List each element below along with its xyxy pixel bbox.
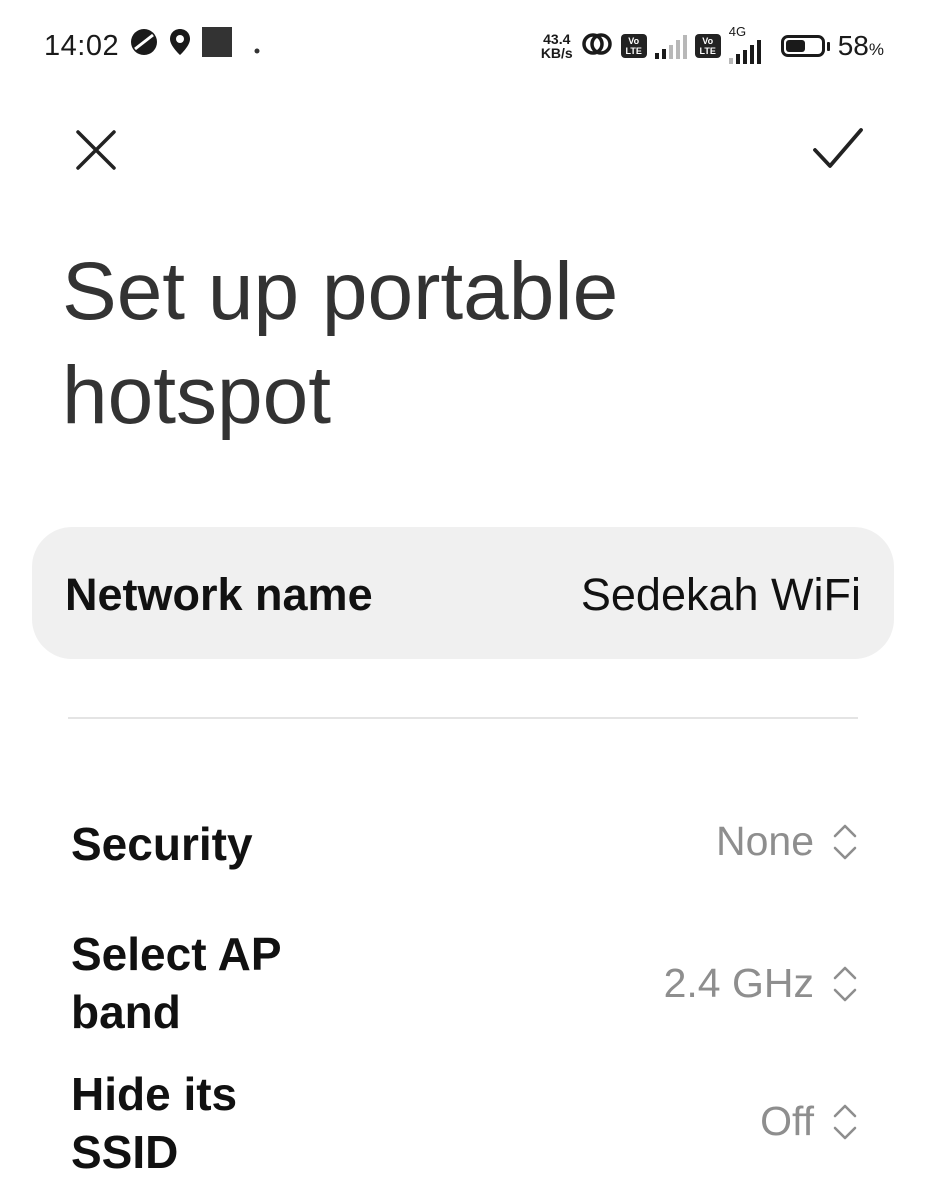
network-name-value: Sedekah WiFi	[580, 569, 861, 620]
checkmark-icon	[813, 128, 863, 168]
volte-bottom-text-2: LTE	[699, 46, 716, 56]
confirm-button[interactable]	[810, 124, 866, 176]
signal-icon-sim1	[654, 33, 687, 59]
network-name-label: Network name	[65, 569, 373, 620]
ap-band-value: 2.4 GHz	[663, 960, 814, 1006]
volte-top-text-2: Vo	[702, 36, 714, 46]
security-value: None	[715, 818, 814, 864]
volte-icon-sim2: Vo LTE	[694, 34, 721, 58]
hide-ssid-row[interactable]: Hide its SSID Off	[0, 1065, 926, 1181]
network-speed-value: 43.4	[543, 31, 571, 47]
battery-icon	[780, 35, 830, 57]
data-saver-icon	[129, 27, 159, 65]
page-title: Set up portable hotspot	[62, 246, 619, 441]
security-row[interactable]: Security None	[0, 812, 926, 876]
battery-percent: 58%	[838, 30, 884, 62]
status-right: 43.4 KB/s Vo LTE Vo LTE 4G 58%	[541, 24, 884, 68]
status-time: 14:02	[44, 29, 120, 62]
close-icon	[76, 130, 116, 170]
hide-ssid-value: Off	[760, 1098, 814, 1144]
close-button[interactable]	[72, 126, 120, 174]
network-speed: 43.4 KB/s	[541, 32, 573, 60]
up-down-chevron-icon	[833, 1104, 857, 1139]
volte-bottom-text: LTE	[625, 46, 642, 56]
notification-dot-icon	[253, 30, 261, 63]
ap-band-label: Select AP band	[71, 928, 281, 1038]
security-label: Security	[71, 818, 253, 870]
status-bar: 14:02 43.4 KB/s Vo LTE Vo LTE 4G 58%	[0, 0, 926, 92]
battery-percent-sign: %	[868, 40, 884, 59]
signal-icon-sim2: 4G	[728, 24, 761, 64]
hide-ssid-selector[interactable]: Off	[760, 1098, 858, 1145]
security-selector[interactable]: None	[716, 818, 858, 865]
divider	[68, 717, 858, 719]
hide-ssid-label: Hide its SSID	[71, 1068, 238, 1178]
volte-icon: Vo LTE	[620, 34, 647, 58]
hotspot-link-icon	[581, 29, 613, 64]
up-down-chevron-icon	[833, 966, 857, 1001]
network-speed-unit: KB/s	[540, 45, 573, 61]
volte-top-text: Vo	[628, 36, 640, 46]
location-icon	[169, 28, 191, 64]
app-notification-icon	[201, 26, 233, 66]
status-left: 14:02	[44, 26, 261, 66]
up-down-chevron-icon	[833, 824, 857, 859]
ap-band-selector[interactable]: 2.4 GHz	[664, 960, 858, 1007]
network-type-label: 4G	[728, 24, 747, 39]
battery-percent-value: 58	[837, 30, 869, 61]
network-name-row[interactable]: Network name Sedekah WiFi	[32, 527, 894, 659]
ap-band-row[interactable]: Select AP band 2.4 GHz	[0, 925, 926, 1041]
